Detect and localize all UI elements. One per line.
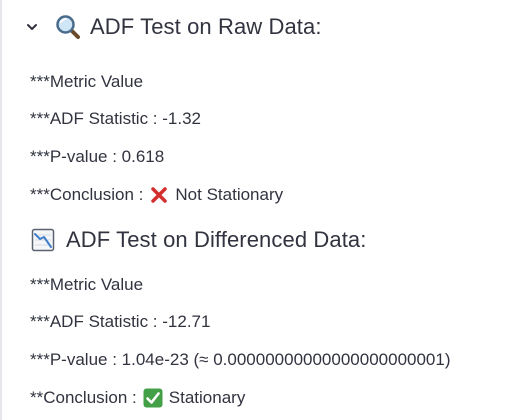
expander-border [0,0,2,420]
diff-conclusion-label: **Conclusion : [30,388,137,407]
raw-conclusion-value: Not Stationary [175,185,284,204]
raw-data-expander-header[interactable]: ADF Test on Raw Data: [24,10,322,44]
raw-conclusion-label: ***Conclusion : [30,185,144,204]
chevron-down-icon[interactable] [24,19,40,35]
diff-conclusion: **Conclusion : Stationary [30,387,245,409]
chart-decreasing-emoji-icon [30,227,56,253]
raw-p-value: ***P-value : 0.618 [30,147,165,166]
magnifier-emoji-icon [54,13,82,41]
diff-metric-line: ***Metric Value [30,275,144,294]
diff-adf-statistic: ***ADF Statistic : -12.71 [30,312,211,331]
raw-metric-line: ***Metric Value [30,72,144,91]
raw-adf-statistic: ***ADF Statistic : -1.32 [30,109,202,128]
diff-conclusion-value: Stationary [168,388,246,407]
check-mark-button-icon [143,388,163,408]
diff-p-value: ***P-value : 1.04e-23 (≈ 0.0000000000000… [30,350,451,369]
diff-data-header: ADF Test on Differenced Data: [30,224,366,256]
cross-mark-icon [149,185,169,205]
raw-section-title: ADF Test on Raw Data: [90,14,322,39]
diff-section-title: ADF Test on Differenced Data: [66,227,367,252]
raw-conclusion: ***Conclusion : Not Stationary [30,184,283,206]
